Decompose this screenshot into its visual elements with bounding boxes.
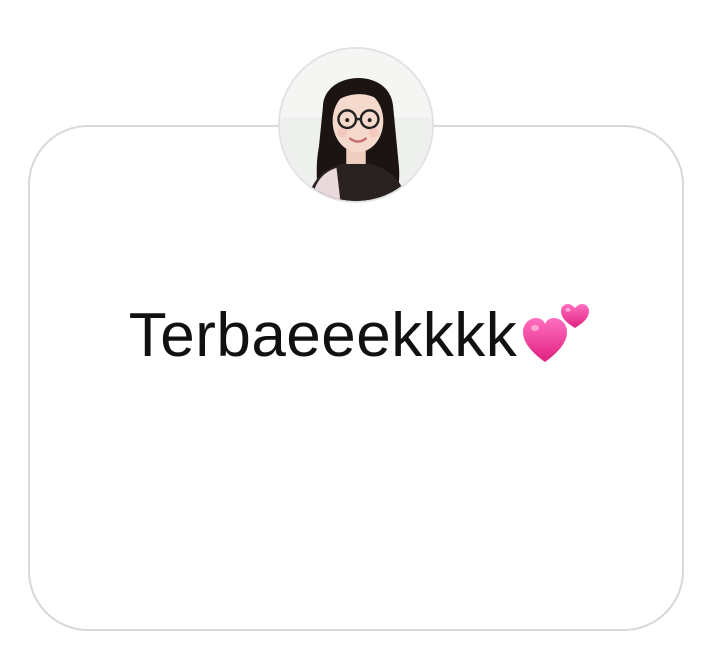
two-hearts-icon (521, 298, 591, 366)
avatar[interactable] (278, 47, 434, 203)
avatar-photo (280, 49, 432, 201)
story-reply-sticker: Terbaeeekkkk (0, 0, 720, 656)
message: Terbaeeekkkk (0, 300, 720, 371)
message-text: Terbaeeekkkk (128, 301, 518, 370)
